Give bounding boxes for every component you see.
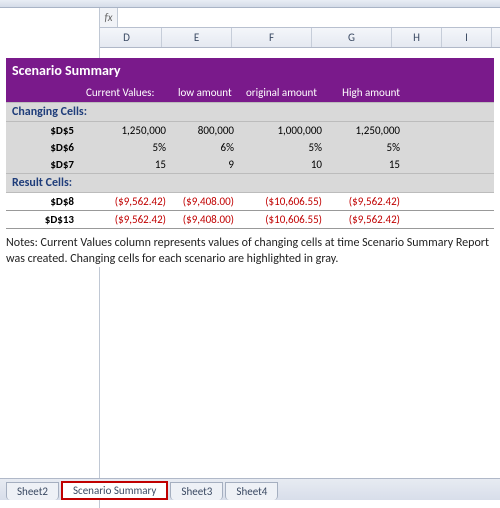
val-high: 1,250,000: [328, 122, 406, 139]
result-row: $D$8 ($9,562.42) ($9,408.00) ($10,606.55…: [6, 193, 494, 210]
col-header[interactable]: D: [92, 28, 162, 47]
tab-sheet4[interactable]: Sheet4: [225, 482, 278, 500]
tab-sheet3[interactable]: Sheet3: [170, 482, 223, 500]
formula-input[interactable]: [118, 8, 500, 27]
ribbon-strip: [0, 0, 500, 8]
tab-sheet2[interactable]: Sheet2: [6, 482, 59, 500]
summary-notes: Notes: Current Values column represents …: [6, 235, 494, 267]
val-low: ($9,408.00): [172, 193, 240, 210]
cell-ref: $D$13: [6, 211, 80, 228]
val-orig: 1,000,000: [240, 122, 328, 139]
sheet-tab-bar: Sheet2 Scenario Summary Sheet3 Sheet4: [0, 478, 500, 500]
val-high: 5%: [328, 139, 406, 156]
val-high: 15: [328, 156, 406, 173]
val-current: ($9,562.42): [80, 193, 172, 210]
val-low: ($9,408.00): [172, 211, 240, 228]
val-current: 15: [80, 156, 172, 173]
summary-title: Scenario Summary: [6, 58, 494, 83]
col-header[interactable]: G: [312, 28, 392, 47]
scenario-summary-block: Scenario Summary Current Values: low amo…: [6, 58, 494, 229]
changing-row: $D$6 5% 6% 5% 5%: [6, 139, 494, 156]
col-header[interactable]: F: [232, 28, 312, 47]
val-low: 6%: [172, 139, 240, 156]
val-orig: ($10,606.55): [240, 211, 328, 228]
val-high: ($9,562.42): [328, 211, 406, 228]
col-header[interactable]: E: [162, 28, 232, 47]
changing-row: $D$5 1,250,000 800,000 1,000,000 1,250,0…: [6, 122, 494, 139]
summary-column-headers: Current Values: low amount original amou…: [6, 83, 494, 102]
hdr-original: original amount: [240, 83, 328, 102]
cell-ref: $D$6: [6, 139, 80, 156]
changing-cells-header: Changing Cells:: [6, 102, 494, 122]
val-current: 1,250,000: [80, 122, 172, 139]
cell-ref: $D$7: [6, 156, 80, 173]
val-orig: ($10,606.55): [240, 193, 328, 210]
cell-ref: $D$5: [6, 122, 80, 139]
hdr-current: Current Values:: [80, 83, 172, 102]
val-current: 5%: [80, 139, 172, 156]
val-current: ($9,562.42): [80, 211, 172, 228]
col-header[interactable]: I: [442, 28, 492, 47]
col-header[interactable]: H: [392, 28, 442, 47]
val-high: ($9,562.42): [328, 193, 406, 210]
val-low: 9: [172, 156, 240, 173]
worksheet-grid[interactable]: Scenario Summary Current Values: low amo…: [0, 58, 500, 267]
tab-scenario-summary[interactable]: Scenario Summary: [61, 481, 168, 500]
result-row: $D$13 ($9,562.42) ($9,408.00) ($10,606.5…: [6, 210, 494, 229]
cell-ref: $D$8: [6, 193, 80, 210]
val-orig: 10: [240, 156, 328, 173]
changing-row: $D$7 15 9 10 15: [6, 156, 494, 173]
formula-bar: fx: [0, 8, 500, 28]
hdr-high: High amount: [328, 83, 406, 102]
hdr-low: low amount: [172, 83, 240, 102]
result-cells-header: Result Cells:: [6, 173, 494, 193]
val-low: 800,000: [172, 122, 240, 139]
val-orig: 5%: [240, 139, 328, 156]
fx-icon[interactable]: fx: [100, 8, 118, 27]
